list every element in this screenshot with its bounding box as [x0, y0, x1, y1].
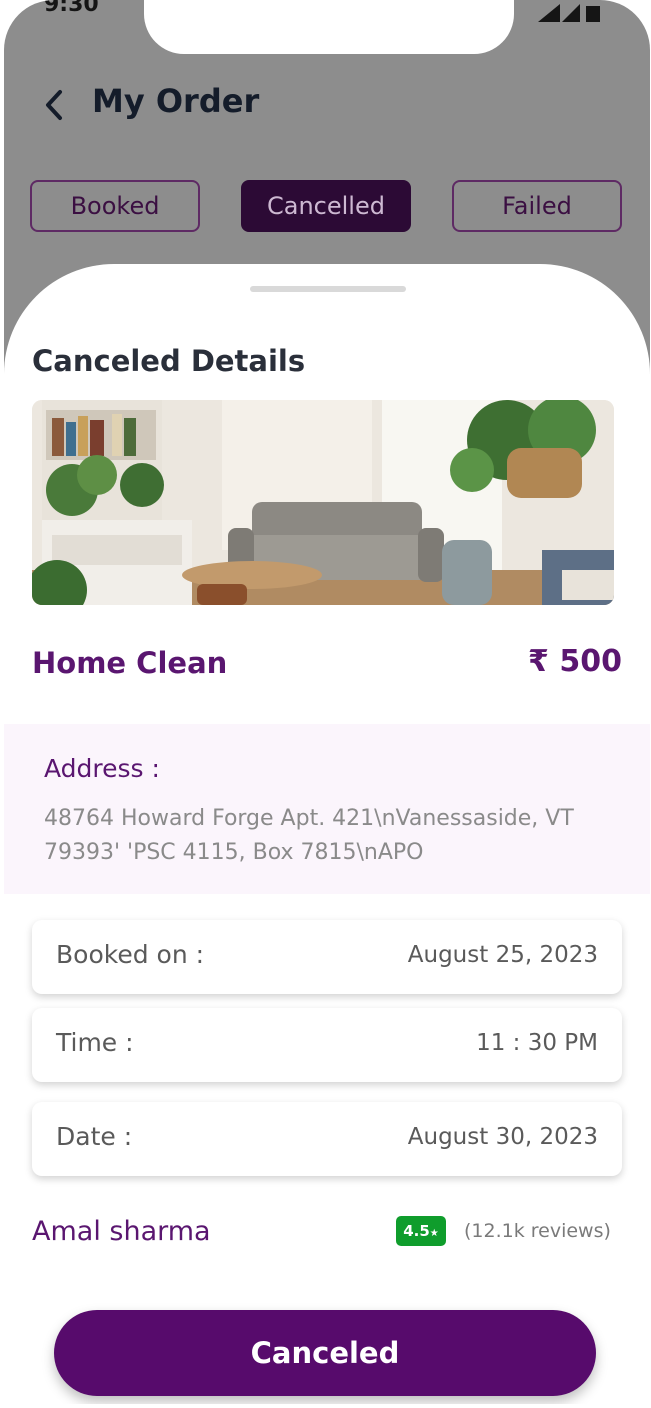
date-card: Date : August 30, 2023	[32, 1102, 622, 1176]
signal-icon	[562, 4, 580, 22]
date-label: Date :	[56, 1122, 133, 1151]
tab-booked[interactable]: Booked	[30, 180, 200, 232]
address-text: 48764 Howard Forge Apt. 421\nVanessaside…	[44, 806, 574, 865]
back-button[interactable]	[38, 86, 72, 124]
bottom-sheet: Canceled Details Home Clean ₹ 500 Addres…	[4, 264, 650, 1404]
service-price: ₹ 500	[528, 644, 622, 679]
rating-badge: 4.5★	[396, 1216, 446, 1246]
phone-notch	[144, 0, 514, 54]
booked-on-value: August 25, 2023	[407, 942, 598, 968]
address-section: Address : 48764 Howard Forge Apt. 421\nV…	[4, 724, 650, 894]
time-value: 11 : 30 PM	[476, 1030, 598, 1056]
time-label: Time :	[56, 1028, 134, 1057]
tab-cancelled[interactable]: Cancelled	[241, 180, 411, 232]
wifi-icon	[538, 4, 560, 22]
service-name: Home Clean	[32, 646, 228, 680]
reviews-count: (12.1k reviews)	[464, 1220, 611, 1242]
phone-frame: 9:30 My Order Booked Cancelled Failed Ca…	[4, 0, 650, 1404]
booked-on-card: Booked on : August 25, 2023	[32, 920, 622, 994]
sheet-title: Canceled Details	[32, 344, 306, 378]
canceled-button[interactable]: Canceled	[54, 1310, 596, 1396]
star-icon: ★	[429, 1228, 439, 1239]
time-card: Time : 11 : 30 PM	[32, 1008, 622, 1082]
service-photo	[32, 400, 614, 605]
date-value: August 30, 2023	[407, 1124, 598, 1150]
battery-icon	[586, 6, 600, 22]
rating-value: 4.5	[403, 1222, 430, 1240]
page-title: My Order	[92, 82, 260, 120]
status-time: 9:30	[44, 0, 99, 17]
tab-failed[interactable]: Failed	[452, 180, 622, 232]
chevron-left-icon	[46, 90, 62, 120]
provider-name[interactable]: Amal sharma	[32, 1216, 211, 1247]
address-label: Address :	[44, 754, 160, 783]
drag-handle[interactable]	[250, 286, 406, 292]
booked-on-label: Booked on :	[56, 940, 205, 969]
status-icons	[530, 0, 610, 24]
